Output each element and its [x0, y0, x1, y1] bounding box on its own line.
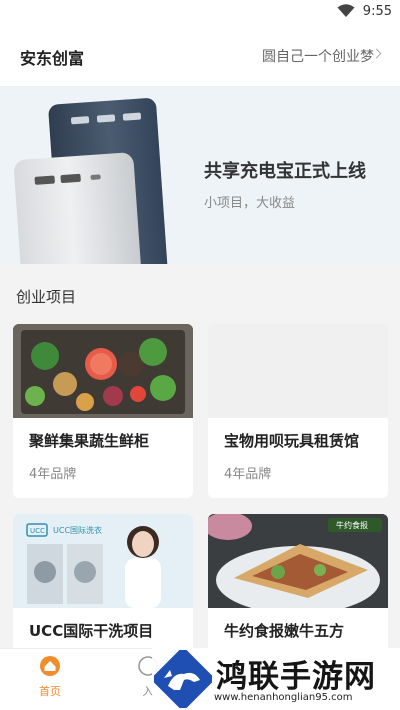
app-header: 安东创富 圆自己一个创业梦	[0, 26, 400, 86]
toy-rental-image-placeholder	[208, 324, 388, 418]
ucc-logo-text: UCC国际洗衣	[53, 525, 102, 535]
nav-home-label: 首页	[39, 685, 61, 698]
project-card[interactable]: 聚鲜集果蔬生鲜柜 4年品牌	[13, 324, 193, 498]
project-name: 牛约食报嫩牛五方	[224, 622, 345, 640]
section-title: 创业项目	[16, 288, 77, 306]
watermark: 鸿联手游网 www.henanhonglian95.com	[152, 648, 400, 710]
banner-title: 共享充电宝正式上线	[204, 161, 366, 182]
watermark-url: www.henanhonglian95.com	[214, 692, 353, 703]
slogan-link[interactable]: 圆自己一个创业梦	[262, 46, 374, 66]
promo-banner[interactable]: 共享充电宝正式上线 小项目，大收益	[0, 86, 400, 264]
svg-text:UCC: UCC	[30, 527, 45, 535]
vegetables-image	[13, 324, 193, 418]
project-card[interactable]: 宝物用呗玩具租赁馆 4年品牌	[208, 324, 388, 498]
project-name: 宝物用呗玩具租赁馆	[224, 432, 360, 450]
project-name: 聚鲜集果蔬生鲜柜	[29, 432, 150, 450]
nav-home[interactable]: 首页	[28, 655, 72, 699]
brand-title: 安东创富	[20, 49, 85, 68]
powerbank-silver-image	[13, 151, 143, 264]
status-time: 9:55	[362, 4, 392, 19]
project-name: UCC国际干洗项目	[29, 622, 154, 640]
bull-logo-icon	[154, 650, 212, 708]
home-icon	[40, 656, 60, 676]
watermark-title: 鸿联手游网	[216, 659, 376, 695]
project-tag: 4年品牌	[29, 467, 77, 482]
banner-subtitle: 小项目，大收益	[204, 196, 296, 211]
beef-logo-text: 牛约食报	[336, 520, 368, 530]
beef-wrap-image: 牛约食报	[208, 514, 388, 608]
wifi-icon	[337, 4, 355, 17]
status-bar: 9:55	[0, 0, 400, 26]
dry-cleaning-image: UCC UCC国际洗衣	[13, 514, 193, 608]
project-tag: 4年品牌	[224, 467, 272, 482]
